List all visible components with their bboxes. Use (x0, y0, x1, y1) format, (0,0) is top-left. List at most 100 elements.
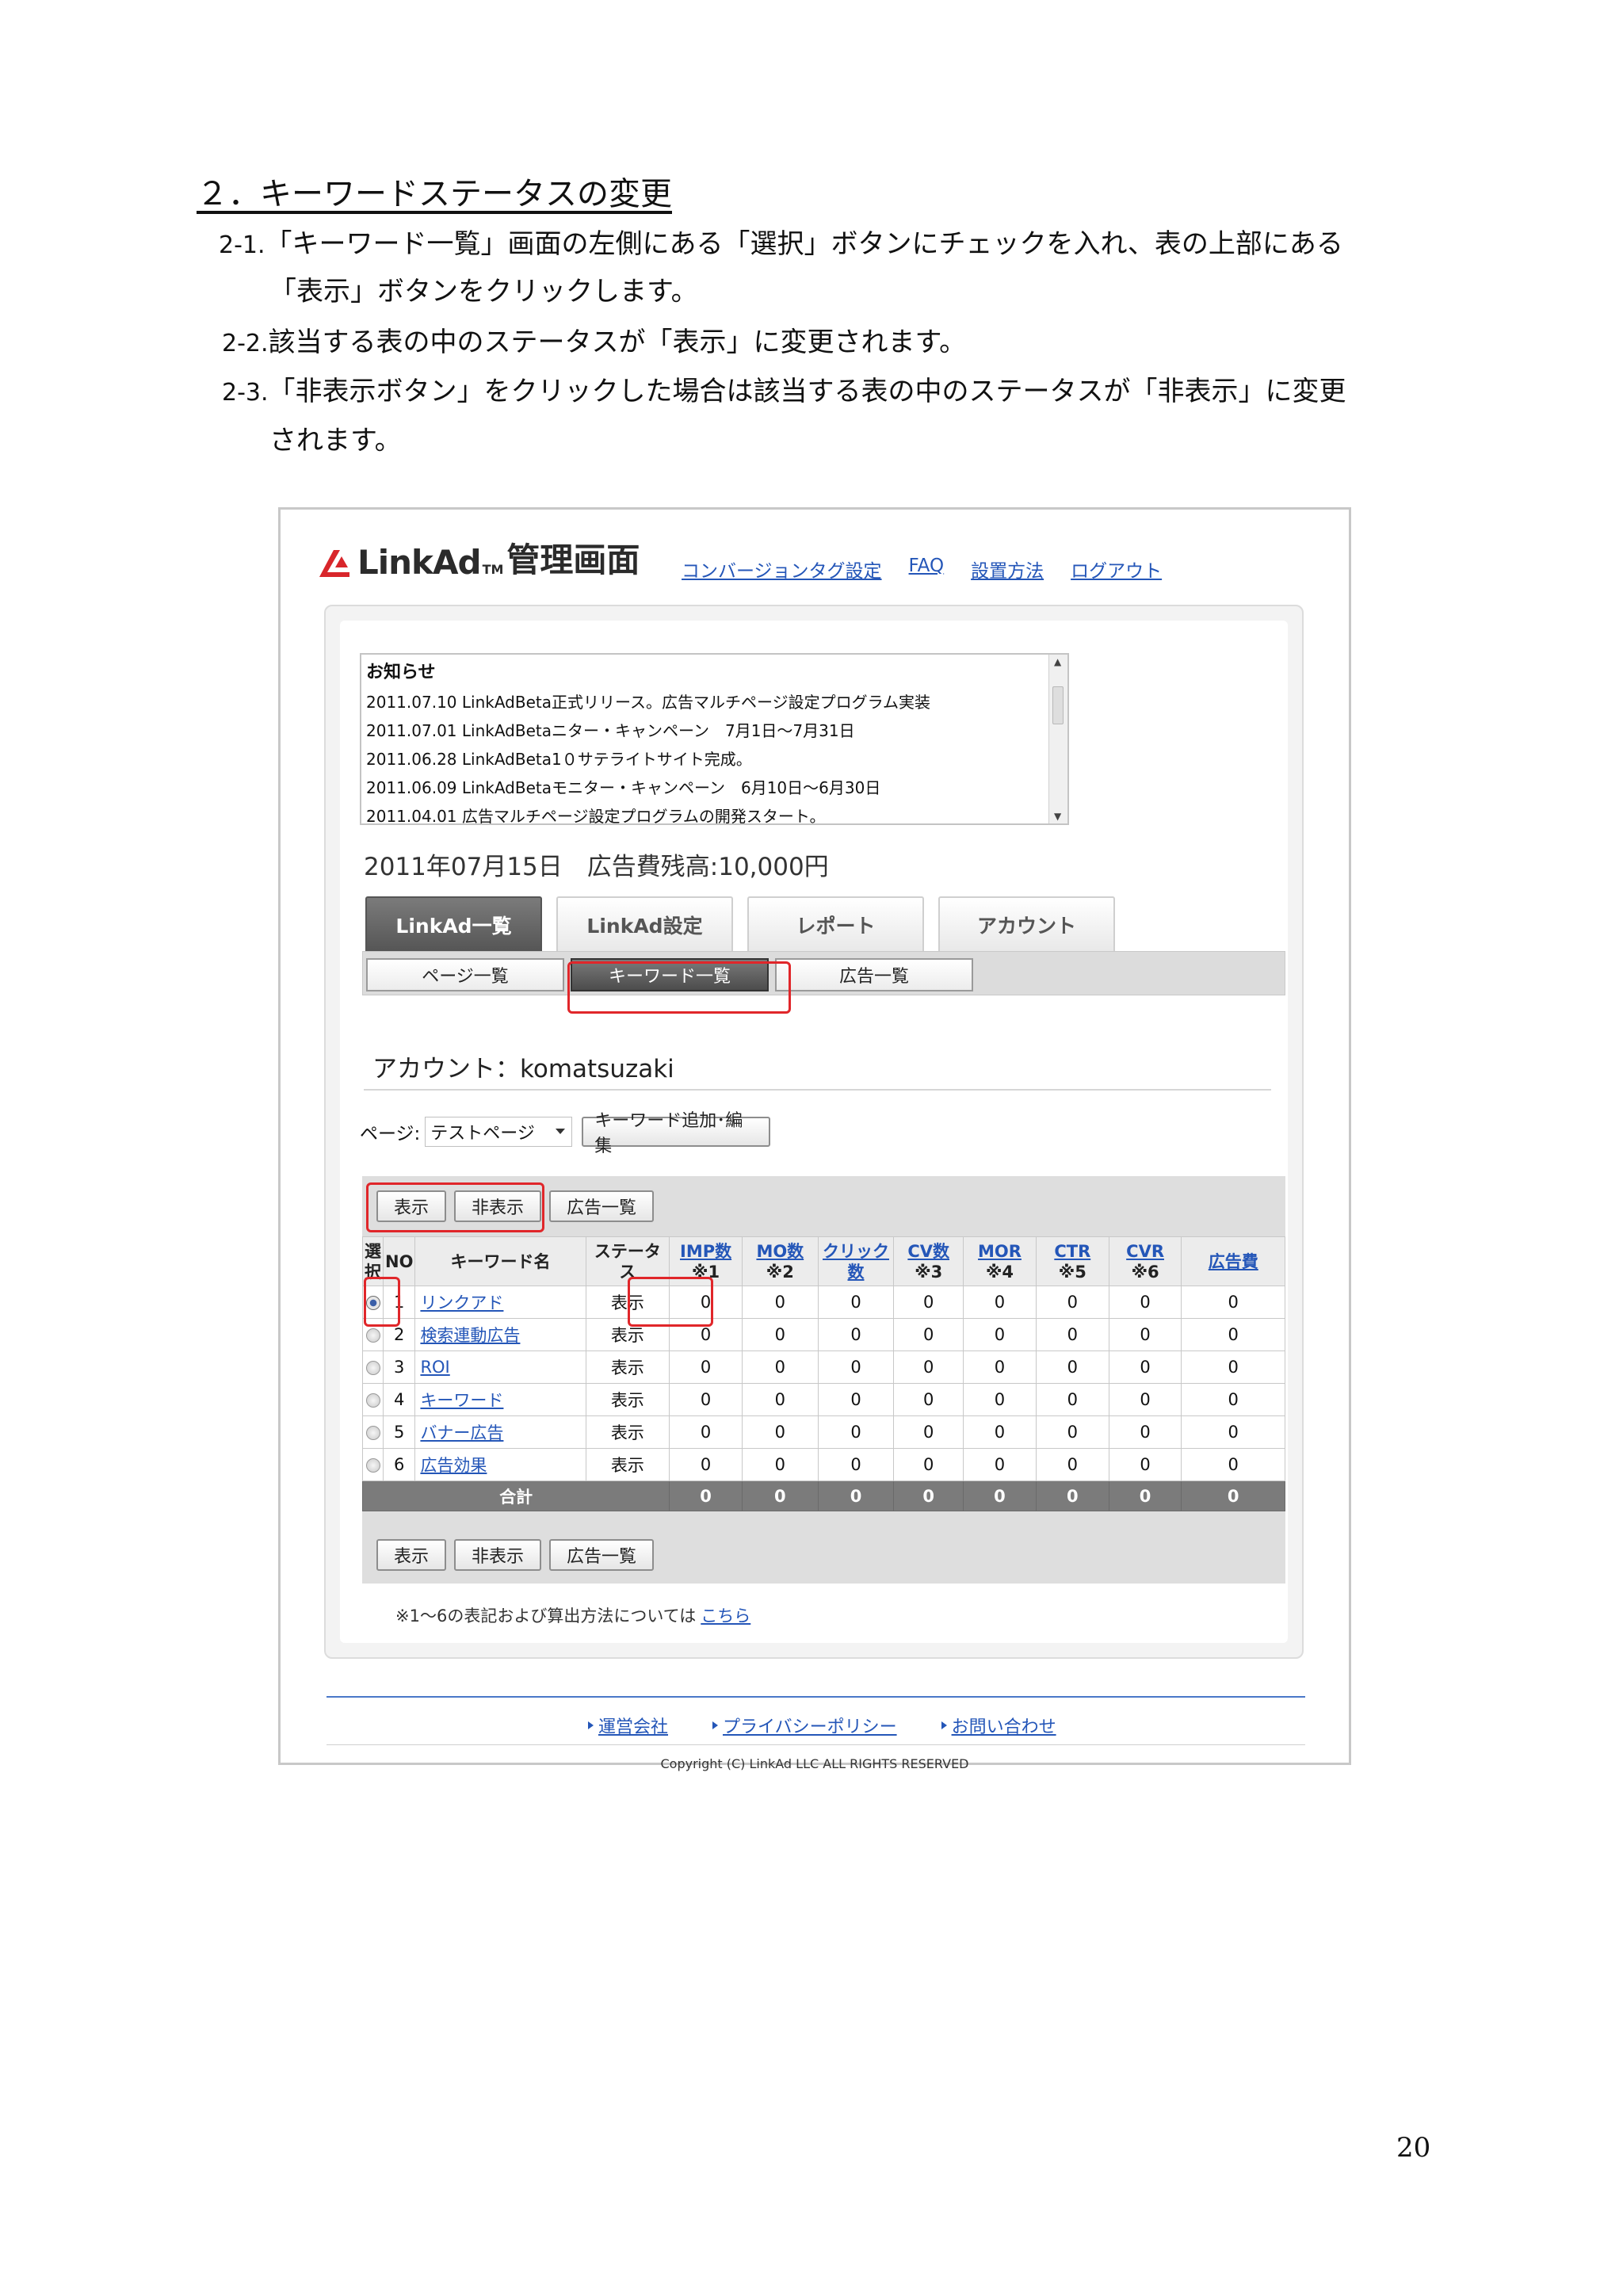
nav-conversion-tag[interactable]: コンバージョンタグ設定 (682, 556, 882, 583)
total-cell: 0 (817, 1480, 895, 1511)
total-cell: 0 (1108, 1480, 1182, 1511)
header-click[interactable]: クリック数 (817, 1236, 895, 1286)
triangle-right-icon (588, 1721, 594, 1729)
subtab-keyword-list[interactable]: キーワード一覧 (571, 958, 769, 991)
footer-item-company[interactable]: 運営会社 (588, 1713, 668, 1738)
keyword-link[interactable]: リンクアド (420, 1293, 503, 1312)
table-row: 5 バナー広告 表示 0 0 0 0 0 0 0 0 (362, 1415, 1285, 1449)
logo-text: LinkAd (357, 543, 482, 582)
select-radio[interactable] (365, 1393, 380, 1408)
footer-link-company[interactable]: 運営会社 (598, 1713, 668, 1738)
table-row: 3 ROI 表示 0 0 0 0 0 0 0 0 (362, 1350, 1285, 1384)
metric-cell: 0 (963, 1318, 1037, 1351)
logo-suffix: 管理画面 (506, 541, 640, 579)
keyword-cell: ROI (414, 1350, 586, 1384)
footnote-link[interactable]: こちら (701, 1606, 750, 1626)
tab-linkad-list[interactable]: LinkAd一覧 (365, 896, 542, 952)
table-row: 6 広告効果 表示 0 0 0 0 0 0 0 0 (362, 1448, 1285, 1481)
news-box[interactable]: お知らせ 2011.07.10 LinkAdBeta正式リリース。広告マルチペー… (360, 653, 1069, 825)
select-radio[interactable] (365, 1361, 380, 1375)
news-item: 2011.07.01 LinkAdBetaニター・キャンペーン 7月1日〜7月3… (366, 721, 855, 740)
step-2-2: 2-2.該当する表の中のステータスが「表示」に変更されます。 (222, 320, 966, 359)
metric-cell: 0 (669, 1448, 743, 1481)
footer-item-privacy[interactable]: プライバシーポリシー (712, 1713, 897, 1738)
step-2-1-number: 2-1. (219, 231, 265, 259)
chevron-down-icon (556, 1129, 566, 1134)
subtab-page-list[interactable]: ページ一覧 (366, 958, 564, 991)
keyword-link[interactable]: 検索連動広告 (420, 1326, 520, 1345)
nav-faq[interactable]: FAQ (909, 556, 945, 583)
total-row: 合計 0 0 0 0 0 0 0 0 (361, 1480, 1285, 1511)
tab-report[interactable]: レポート (747, 896, 924, 952)
header-mo[interactable]: MO数 ※2 (741, 1236, 819, 1286)
nav-setup[interactable]: 設置方法 (971, 556, 1044, 583)
step-2-3-line1: 2-3.「非表示ボタン」をクリックした場合は該当する表の中のステータスが「非表示… (222, 369, 1346, 408)
keyword-link[interactable]: キーワード (420, 1391, 503, 1410)
select-cell[interactable] (362, 1415, 384, 1449)
header-keyword: キーワード名 (414, 1236, 586, 1286)
total-cell: 0 (741, 1480, 819, 1511)
step-2-3-text: 「非表示ボタン」をクリックした場合は該当する表の中のステータスが「非表示」に変更 (268, 376, 1346, 407)
footer-links: 運営会社 プライバシーポリシー お問い合わせ (588, 1713, 1056, 1738)
total-cell: 0 (669, 1480, 743, 1511)
header-cvr[interactable]: CVR ※6 (1108, 1236, 1182, 1286)
keyword-link[interactable]: 広告効果 (420, 1456, 487, 1475)
metric-cell: 0 (893, 1383, 964, 1416)
show-button-bottom[interactable]: 表示 (376, 1539, 446, 1571)
scroll-up-icon[interactable]: ▲ (1054, 656, 1061, 667)
select-radio[interactable] (365, 1458, 380, 1473)
keyword-table-body: 1 リンクアド 表示 0 0 0 0 0 0 0 0 2 検索連動広告 表示 0 0 0 0 0 0 0 0 3 ROI 表示 0… (361, 1286, 1285, 1511)
metric-cell: 0 (1108, 1286, 1182, 1319)
scroll-thumb[interactable] (1052, 686, 1064, 724)
nav-logout[interactable]: ログアウト (1071, 556, 1162, 583)
select-cell[interactable] (362, 1286, 384, 1319)
page-select[interactable]: テストページ (425, 1117, 573, 1147)
ad-balance: 2011年07月15日 広告費残高:10,000円 (364, 853, 829, 881)
header-ctr[interactable]: CTR ※5 (1035, 1236, 1109, 1286)
metric-cell: 0 (817, 1383, 895, 1416)
select-radio[interactable] (365, 1426, 380, 1440)
scroll-down-icon[interactable]: ▼ (1054, 811, 1061, 822)
metric-cell: 0 (963, 1286, 1037, 1319)
header-imp[interactable]: IMP数 ※1 (669, 1236, 743, 1286)
show-button-top[interactable]: 表示 (376, 1190, 446, 1222)
metric-cell: 0 (893, 1318, 964, 1351)
metric-cell: 0 (817, 1448, 895, 1481)
select-cell[interactable] (362, 1318, 384, 1351)
hide-button-top[interactable]: 非表示 (454, 1190, 541, 1222)
status-cell: 表示 (585, 1286, 670, 1319)
ad-list-button-top[interactable]: 広告一覧 (549, 1190, 654, 1222)
keyword-link[interactable]: ROI (420, 1358, 449, 1377)
logo-trademark: TM (482, 562, 504, 577)
select-radio[interactable] (365, 1296, 380, 1310)
metric-cell: 0 (1035, 1350, 1109, 1384)
select-cell[interactable] (362, 1350, 384, 1384)
subtab-ad-list[interactable]: 広告一覧 (775, 958, 973, 991)
news-scrollbar[interactable]: ▲ ▼ (1048, 655, 1067, 823)
keyword-add-edit-button[interactable]: キーワード追加･編集 (582, 1111, 771, 1156)
triangle-right-icon (941, 1721, 947, 1729)
select-radio[interactable] (365, 1328, 380, 1343)
header-cost[interactable]: 広告費 (1181, 1236, 1285, 1286)
header-mor[interactable]: MOR ※4 (963, 1236, 1037, 1286)
metric-cell: 0 (669, 1415, 743, 1449)
footer-item-contact[interactable]: お問い合わせ (941, 1713, 1056, 1738)
hide-button-bottom[interactable]: 非表示 (454, 1539, 541, 1571)
select-cell[interactable] (362, 1383, 384, 1416)
no-cell: 5 (382, 1415, 416, 1449)
tab-linkad-settings[interactable]: LinkAd設定 (556, 896, 733, 952)
metric-cell: 0 (669, 1318, 743, 1351)
header-cv[interactable]: CV数 ※3 (893, 1236, 964, 1286)
select-cell[interactable] (362, 1448, 384, 1481)
keyword-link[interactable]: バナー広告 (420, 1423, 503, 1442)
page-number: 20 (1396, 2132, 1431, 2164)
total-cell: 0 (893, 1480, 964, 1511)
metric-cell: 0 (1181, 1318, 1285, 1351)
metric-cell: 0 (669, 1350, 743, 1384)
footer-link-privacy[interactable]: プライバシーポリシー (723, 1713, 897, 1738)
bottom-action-buttons: 表示 非表示 広告一覧 (376, 1539, 654, 1571)
footer-link-contact[interactable]: お問い合わせ (952, 1713, 1056, 1738)
news-title: お知らせ (366, 663, 436, 682)
tab-account[interactable]: アカウント (938, 896, 1115, 952)
ad-list-button-bottom[interactable]: 広告一覧 (549, 1539, 654, 1571)
